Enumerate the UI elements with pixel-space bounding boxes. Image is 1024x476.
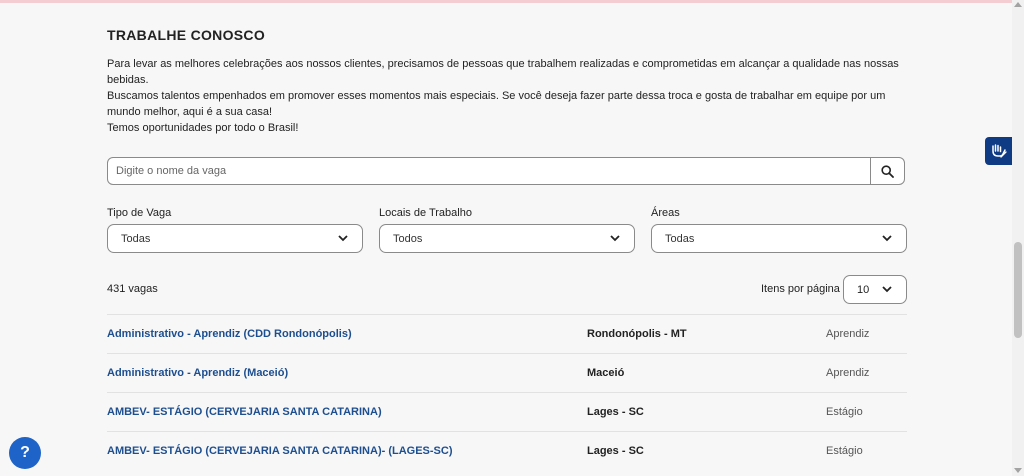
filter-label-tipo-vaga: Tipo de Vaga	[107, 207, 172, 219]
job-location: Rondonópolis - MT	[587, 328, 687, 340]
intro-paragraph: Temos oportunidades por todo o Brasil!	[107, 122, 299, 134]
job-row: AMBEV- ESTÁGIO (CERVEJARIA SANTA CATARIN…	[107, 392, 907, 431]
job-type: Estágio	[826, 406, 863, 418]
job-title-link[interactable]: AMBEV- ESTÁGIO (CERVEJARIA SANTA CATARIN…	[107, 406, 382, 418]
help-button[interactable]: ?	[9, 437, 41, 469]
intro-paragraph: Para levar as melhores celebrações aos n…	[107, 58, 899, 86]
results-count: 431 vagas	[107, 283, 158, 295]
select-value: Todas	[665, 233, 695, 245]
job-location: Maceió	[587, 367, 625, 379]
search-input[interactable]	[108, 158, 872, 184]
job-row: Administrativo - Aprendiz (Maceió) Macei…	[107, 353, 907, 392]
select-value: Todas	[121, 233, 151, 245]
job-type: Estágio	[826, 445, 863, 457]
filter-label-locais: Locais de Trabalho	[379, 207, 472, 219]
top-accent-line	[0, 0, 1012, 3]
select-areas[interactable]: Todas	[651, 224, 907, 253]
search-button[interactable]	[870, 158, 904, 184]
intro-paragraph: Buscamos talentos empenhados em promover…	[107, 90, 886, 118]
scrollbar-thumb[interactable]	[1014, 242, 1022, 338]
chevron-down-icon	[882, 235, 892, 242]
search-box	[107, 157, 905, 185]
per-page-select[interactable]: 10	[843, 275, 907, 304]
chevron-down-icon	[338, 235, 348, 242]
job-title-link[interactable]: Administrativo - Aprendiz (CDD Rondonópo…	[107, 328, 352, 340]
accessibility-button[interactable]	[985, 137, 1012, 165]
job-list: Administrativo - Aprendiz (CDD Rondonópo…	[107, 314, 907, 470]
sign-language-icon	[991, 144, 1007, 158]
chevron-down-icon	[610, 235, 620, 242]
per-page-value: 10	[857, 284, 870, 296]
chevron-down-icon	[882, 286, 892, 293]
job-type: Aprendiz	[826, 367, 870, 379]
help-icon: ?	[20, 444, 30, 461]
job-row: Administrativo - Aprendiz (CDD Rondonópo…	[107, 314, 907, 353]
scroll-down-arrow-icon[interactable]	[1014, 468, 1022, 473]
job-row: AMBEV- ESTÁGIO (CERVEJARIA SANTA CATARIN…	[107, 431, 907, 470]
search-icon	[881, 164, 894, 178]
page-title: TRABALHE CONOSCO	[107, 27, 266, 43]
job-title-link[interactable]: AMBEV- ESTÁGIO (CERVEJARIA SANTA CATARIN…	[107, 445, 453, 457]
job-type: Aprendiz	[826, 328, 870, 340]
select-locais-trabalho[interactable]: Todos	[379, 224, 635, 253]
job-title-link[interactable]: Administrativo - Aprendiz (Maceió)	[107, 367, 288, 379]
per-page-label: Itens por página	[761, 283, 840, 295]
scrollbar[interactable]	[1012, 0, 1024, 476]
job-location: Lages - SC	[587, 406, 644, 418]
scroll-up-arrow-icon[interactable]	[1014, 2, 1022, 7]
select-value: Todos	[393, 233, 423, 245]
select-tipo-vaga[interactable]: Todas	[107, 224, 363, 253]
filter-label-areas: Áreas	[651, 207, 680, 219]
intro-text: Para levar as melhores celebrações aos n…	[107, 56, 907, 136]
job-location: Lages - SC	[587, 445, 644, 457]
